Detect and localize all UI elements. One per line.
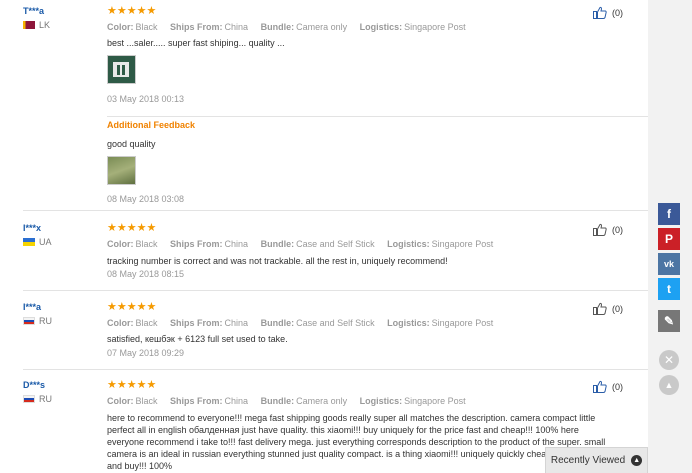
bundle-label: Bundle: — [260, 318, 295, 328]
country-code: RU — [39, 394, 52, 404]
recently-viewed-label: Recently Viewed — [550, 455, 626, 466]
thumbs-up-icon — [593, 6, 607, 19]
reviewer-country: LK — [23, 20, 50, 30]
divider — [23, 369, 648, 370]
helpful-button[interactable]: (0) — [593, 380, 623, 393]
logistics-label: Logistics: — [359, 22, 403, 32]
thumbs-up-icon — [593, 302, 607, 315]
helpful-button[interactable]: (0) — [593, 223, 623, 236]
review-date: 03 May 2018 00:13 — [107, 94, 185, 104]
logistics-value: Singapore Post — [404, 22, 466, 32]
helpful-button[interactable]: (0) — [593, 6, 623, 19]
thumbs-up-icon — [593, 380, 607, 393]
reviewer-name[interactable]: I***a — [23, 302, 41, 312]
review-photo[interactable] — [107, 55, 136, 84]
additional-feedback-title: Additional Feedback — [107, 120, 196, 130]
bundle-value: Case and Self Stick — [296, 239, 375, 249]
pinterest-share-icon[interactable]: P — [658, 228, 680, 250]
recently-viewed-bar[interactable]: Recently Viewed ▲ — [545, 447, 648, 473]
star-rating: ★★★★★ — [107, 379, 157, 391]
reviewer-name[interactable]: I***x — [23, 223, 41, 233]
facebook-share-icon[interactable]: f — [658, 203, 680, 225]
color-value: Black — [135, 318, 158, 328]
review-date: 07 May 2018 09:29 — [107, 348, 185, 358]
star-rating: ★★★★★ — [107, 301, 157, 313]
helpful-count: (0) — [612, 303, 623, 314]
ships-from-label: Ships From: — [170, 239, 223, 249]
logistics-label: Logistics: — [387, 318, 430, 328]
edit-icon[interactable]: ✎ — [658, 310, 680, 332]
reviewer-name[interactable]: D***s — [23, 380, 45, 390]
bundle-value: Case and Self Stick — [296, 318, 375, 328]
logistics-value: Singapore Post — [431, 318, 494, 328]
reviewer-country: RU — [23, 394, 52, 404]
color-label: Color: — [107, 239, 134, 249]
additional-feedback-date: 08 May 2018 03:08 — [107, 194, 185, 204]
thumbs-up-icon — [593, 223, 607, 236]
color-value: Black — [135, 396, 158, 406]
country-code: LK — [39, 20, 51, 30]
additional-feedback-text: good quality — [107, 139, 156, 149]
logistics-value: Singapore Post — [404, 396, 466, 406]
reviews-list: T***a LK ★★★★★ Color: Black Ships From: Ch… — [0, 0, 648, 473]
logistics-label: Logistics: — [387, 239, 430, 249]
divider — [23, 210, 648, 211]
color-value: Black — [135, 22, 158, 32]
bundle-label: Bundle: — [260, 239, 295, 249]
star-rating: ★★★★★ — [107, 5, 157, 17]
star-rating: ★★★★★ — [107, 222, 157, 234]
vk-share-icon[interactable]: vk — [658, 253, 680, 275]
chevron-up-icon: ▲ — [631, 455, 643, 466]
order-info: Color: Black Ships From: China Bundle: Came… — [107, 22, 476, 32]
color-value: Black — [135, 239, 158, 249]
review-text: tracking number is correct and was not t… — [107, 256, 448, 266]
reviewer-country: UA — [23, 237, 52, 247]
twitter-share-icon[interactable]: t — [658, 278, 680, 300]
country-code: UA — [39, 237, 52, 247]
flag-ua-icon — [23, 238, 35, 246]
helpful-count: (0) — [612, 381, 623, 392]
ships-from-label: Ships From: — [170, 318, 223, 328]
scroll-top-icon[interactable]: ▲ — [659, 375, 679, 395]
flag-ru-icon — [23, 395, 35, 403]
logistics-value: Singapore Post — [431, 239, 494, 249]
review-date: 08 May 2018 08:15 — [107, 269, 185, 279]
flag-ru-icon — [23, 317, 35, 325]
ships-from-value: China — [224, 318, 249, 328]
ships-from-label: Ships From: — [170, 396, 223, 406]
order-info: Color: Black Ships From: China Bundle: Case… — [107, 318, 503, 328]
order-info: Color: Black Ships From: China Bundle: Came… — [107, 396, 476, 406]
additional-feedback-photo[interactable] — [107, 156, 136, 185]
review-text: best ...saler..... super fast shiping...… — [107, 38, 285, 48]
bundle-value: Camera only — [296, 396, 348, 406]
country-code: RU — [39, 316, 52, 326]
ships-from-value: China — [224, 239, 249, 249]
divider — [23, 290, 648, 291]
review-text: satisfied, кешбэк + 6123 full set used t… — [107, 334, 288, 344]
ships-from-label: Ships From: — [170, 22, 223, 32]
bundle-label: Bundle: — [260, 22, 295, 32]
divider — [107, 116, 648, 117]
logistics-label: Logistics: — [359, 396, 403, 406]
reviewer-country: RU — [23, 316, 52, 326]
reviewer-name[interactable]: T***a — [23, 6, 44, 16]
helpful-button[interactable]: (0) — [593, 302, 623, 315]
bundle-value: Camera only — [296, 22, 348, 32]
color-label: Color: — [107, 318, 134, 328]
helpful-count: (0) — [612, 7, 623, 18]
ships-from-value: China — [224, 22, 249, 32]
close-icon[interactable]: ✕ — [659, 350, 679, 370]
color-label: Color: — [107, 22, 134, 32]
review-text-line: here to recommend to everyone!!! mega fa… — [107, 413, 596, 423]
color-label: Color: — [107, 396, 134, 406]
review-text-line: perfect all in english обалденная just h… — [107, 425, 579, 435]
order-info: Color: Black Ships From: China Bundle: Case… — [107, 239, 503, 249]
flag-lk-icon — [23, 21, 35, 29]
ships-from-value: China — [224, 396, 249, 406]
bundle-label: Bundle: — [260, 396, 295, 406]
helpful-count: (0) — [612, 224, 623, 235]
